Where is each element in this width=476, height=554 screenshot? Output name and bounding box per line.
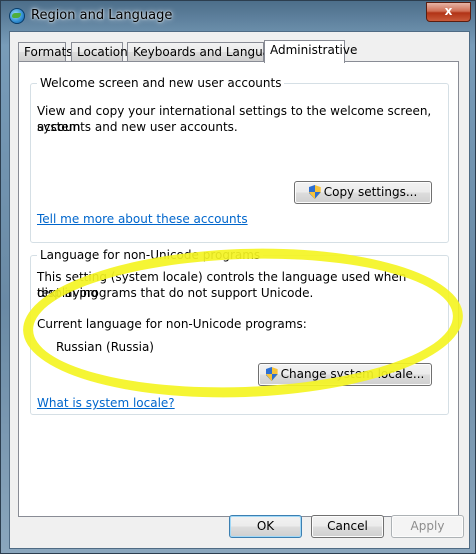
- title-bar[interactable]: Region and Language x: [1, 1, 476, 31]
- what-is-system-locale-link[interactable]: What is system locale?: [37, 396, 175, 410]
- change-system-locale-label: Change system locale...: [280, 367, 425, 381]
- window-title: Region and Language: [31, 8, 173, 23]
- copy-settings-label: Copy settings...: [323, 185, 418, 199]
- current-language-value: Russian (Russia): [56, 340, 154, 354]
- administrative-tab-page: Welcome screen and new user accounts Vie…: [18, 61, 459, 517]
- welcome-screen-group: Welcome screen and new user accounts Vie…: [30, 76, 449, 243]
- close-button[interactable]: x: [426, 2, 471, 22]
- tab-formats[interactable]: Formats: [18, 42, 73, 61]
- non-unicode-group: Language for non-Unicode programs This s…: [30, 248, 449, 415]
- group-title: Language for non-Unicode programs: [37, 248, 264, 262]
- change-system-locale-button[interactable]: Change system locale...: [258, 363, 432, 386]
- dialog-client-area: Formats Location Keyboards and Languages…: [9, 31, 470, 549]
- tab-administrative[interactable]: Administrative: [264, 40, 357, 63]
- uac-shield-icon: [309, 185, 321, 199]
- tab-location[interactable]: Location: [71, 42, 128, 61]
- ok-button[interactable]: OK: [229, 515, 302, 538]
- globe-icon: [9, 8, 25, 24]
- current-language-label: Current language for non-Unicode program…: [37, 317, 307, 331]
- system-locale-description-line2: text in programs that do not support Uni…: [37, 286, 314, 300]
- welcome-description-line2: accounts and new user accounts.: [37, 120, 238, 134]
- uac-shield-icon: [266, 367, 278, 381]
- tab-keyboards-and-languages[interactable]: Keyboards and Languages: [127, 42, 291, 61]
- dialog-window: Region and Language x Formats Location K…: [0, 0, 476, 554]
- apply-button[interactable]: Apply: [391, 515, 464, 538]
- cancel-button[interactable]: Cancel: [311, 515, 384, 538]
- tell-me-more-link[interactable]: Tell me more about these accounts: [37, 212, 248, 226]
- group-title: Welcome screen and new user accounts: [37, 76, 285, 90]
- copy-settings-button[interactable]: Copy settings...: [294, 181, 432, 204]
